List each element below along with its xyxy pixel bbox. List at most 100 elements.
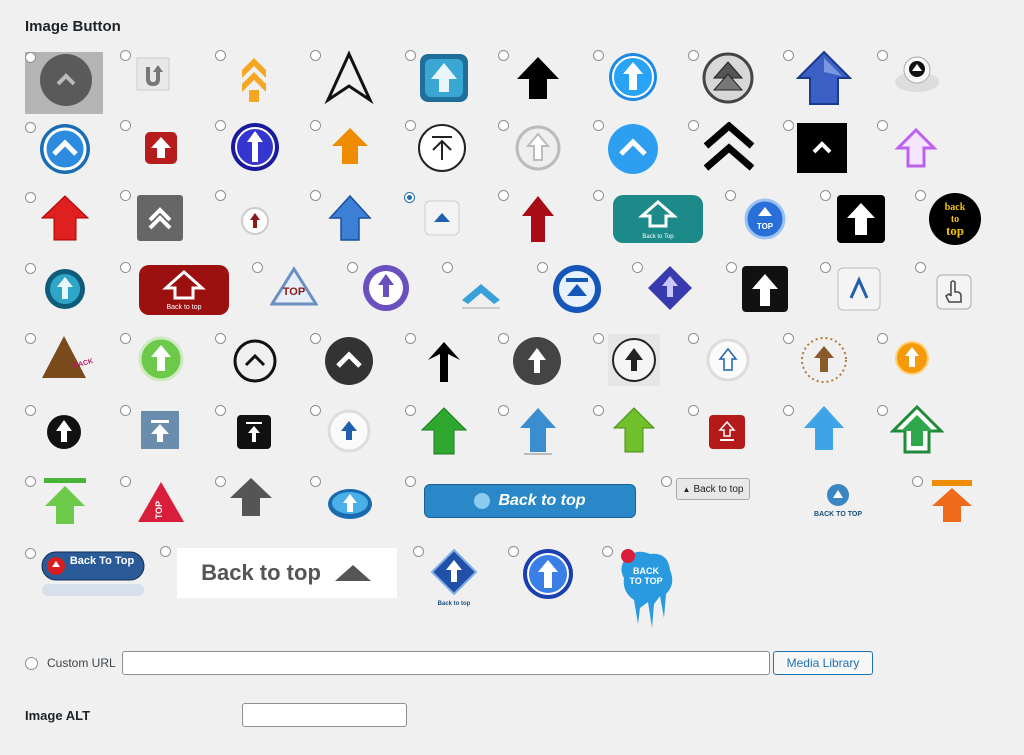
white-orb-blue-arrow-icon[interactable] — [326, 408, 372, 454]
icon-radio-48[interactable] — [688, 333, 699, 344]
icon-radio-55[interactable] — [405, 405, 416, 416]
orange-arrow-icon[interactable] — [330, 126, 370, 166]
black-arrow-up-icon[interactable] — [514, 54, 562, 102]
icon-radio-22[interactable] — [120, 190, 131, 201]
black-square-chevron-icon[interactable] — [796, 122, 848, 174]
blue-circle-caps-back-to-top-icon[interactable]: BACK TO TOP — [808, 482, 868, 522]
purple-diamond-arrow-icon[interactable] — [646, 264, 694, 312]
icon-radio-61[interactable] — [25, 476, 36, 487]
dark-red-arrow-icon[interactable] — [520, 194, 556, 244]
icon-radio-37[interactable] — [632, 262, 643, 273]
navigation-arrow-outline-icon[interactable] — [322, 50, 376, 104]
icon-radio-7[interactable] — [593, 50, 604, 61]
outline-circle-chevron-icon[interactable] — [232, 338, 278, 384]
icon-radio-45[interactable] — [405, 333, 416, 344]
icon-radio-11[interactable] — [25, 122, 36, 133]
icon-radio-62[interactable] — [120, 476, 131, 487]
icon-radio-50[interactable] — [877, 333, 888, 344]
icon-radio-49[interactable] — [783, 333, 794, 344]
blue-circle-top-bar-icon[interactable] — [552, 264, 602, 314]
black-double-chevron-icon[interactable] — [702, 122, 756, 176]
black-rounded-square-arrow-icon[interactable] — [740, 264, 790, 314]
icon-radio-38[interactable] — [726, 262, 737, 273]
blue-circle-top-icon[interactable]: TOP — [744, 198, 786, 240]
green-outline-arrow-icon[interactable] — [890, 404, 944, 456]
black-square-top-icon[interactable] — [236, 414, 272, 450]
icon-radio-43[interactable] — [215, 333, 226, 344]
icon-radio-32[interactable] — [120, 262, 131, 273]
icon-radio-66[interactable] — [661, 476, 672, 487]
icon-radio-25[interactable] — [404, 192, 415, 203]
blue-circle-arrow-icon[interactable] — [608, 52, 658, 102]
icon-radio-28[interactable] — [725, 190, 736, 201]
white-circle-arrow-icon[interactable] — [608, 334, 660, 386]
icon-radio-4[interactable] — [310, 50, 321, 61]
black-square-arrow-icon[interactable] — [836, 194, 886, 244]
icon-radio-54[interactable] — [310, 405, 321, 416]
wide-back-to-top-icon[interactable]: Back to top — [177, 548, 397, 598]
icon-radio-31[interactable] — [25, 263, 36, 274]
icon-radio-39[interactable] — [820, 262, 831, 273]
icon-radio-40[interactable] — [915, 262, 926, 273]
u-turn-arrow-icon[interactable] — [135, 56, 171, 92]
media-library-button[interactable]: Media Library — [773, 651, 873, 675]
icon-radio-34[interactable] — [347, 262, 358, 273]
icon-radio-19[interactable] — [783, 120, 794, 131]
lime-arrow-icon[interactable] — [612, 406, 656, 456]
icon-radio-71[interactable] — [508, 546, 519, 557]
glossy-back-to-top-button[interactable]: Back to top — [424, 484, 636, 518]
custom-url-radio[interactable] — [25, 657, 38, 670]
icon-radio-33[interactable] — [252, 262, 263, 273]
icon-radio-10[interactable] — [877, 50, 888, 61]
icon-radio-47[interactable] — [593, 333, 604, 344]
teal-back-to-top-button-icon[interactable]: Back to Top — [612, 194, 704, 244]
icon-radio-23[interactable] — [215, 190, 226, 201]
white-dome-arrow-icon[interactable] — [892, 52, 942, 96]
slate-square-top-icon[interactable] — [140, 410, 180, 450]
icon-radio-65[interactable] — [405, 476, 416, 487]
red-triangle-top-icon[interactable]: TOP — [136, 480, 186, 524]
icon-radio-26[interactable] — [498, 190, 509, 201]
icon-radio-3[interactable] — [215, 50, 226, 61]
light-blue-chevron-icon[interactable] — [458, 272, 504, 312]
icon-radio-57[interactable] — [593, 405, 604, 416]
outline-circle-top-icon[interactable] — [416, 122, 468, 174]
icon-radio-69[interactable] — [160, 546, 171, 557]
icon-radio-35[interactable] — [442, 262, 453, 273]
black-circle-white-arrow-icon[interactable] — [46, 414, 82, 450]
icon-radio-1[interactable] — [25, 52, 36, 63]
custom-url-input[interactable] — [122, 651, 770, 675]
steel-blue-arrow-icon[interactable] — [518, 406, 558, 456]
teal-square-arrow-icon[interactable] — [418, 52, 470, 104]
icon-radio-15[interactable] — [405, 120, 416, 131]
icon-radio-36[interactable] — [537, 262, 548, 273]
sky-blue-arrow-icon[interactable] — [802, 404, 846, 456]
blue-pill-back-to-top-icon[interactable]: Back To Top — [40, 550, 146, 598]
red-square-arrow-icon[interactable] — [143, 130, 179, 166]
blue-ring-chevron-icon[interactable] — [38, 122, 92, 176]
triangle-top-icon[interactable]: TOP — [270, 266, 318, 308]
icon-radio-72[interactable] — [602, 546, 613, 557]
brown-triangle-back-to-top-icon[interactable]: BACK TO TOP — [40, 334, 94, 382]
icon-radio-53[interactable] — [215, 405, 226, 416]
icon-radio-51[interactable] — [25, 405, 36, 416]
icon-radio-41[interactable] — [25, 333, 36, 344]
purple-glow-arrow-icon[interactable] — [892, 124, 940, 172]
grey-circle-chevron-icon[interactable] — [38, 52, 94, 108]
orange-top-bar-arrow-icon[interactable] — [928, 478, 976, 524]
icon-radio-58[interactable] — [688, 405, 699, 416]
icon-radio-13[interactable] — [215, 120, 226, 131]
icon-radio-9[interactable] — [783, 50, 794, 61]
light-square-caret-icon[interactable] — [836, 266, 882, 312]
icon-radio-24[interactable] — [310, 190, 321, 201]
dark-circle-chevron-icon[interactable] — [324, 336, 374, 386]
icon-radio-17[interactable] — [593, 120, 604, 131]
icon-radio-6[interactable] — [498, 50, 509, 61]
image-alt-input[interactable] — [242, 703, 407, 727]
icon-radio-56[interactable] — [498, 405, 509, 416]
green-circle-arrow-icon[interactable] — [138, 336, 184, 382]
dotted-circle-brown-arrow-icon[interactable] — [800, 336, 848, 384]
grey-square-chevrons-icon[interactable] — [136, 194, 184, 242]
icon-radio-30[interactable] — [915, 190, 926, 201]
orange-double-chevron-icon[interactable] — [236, 52, 272, 104]
